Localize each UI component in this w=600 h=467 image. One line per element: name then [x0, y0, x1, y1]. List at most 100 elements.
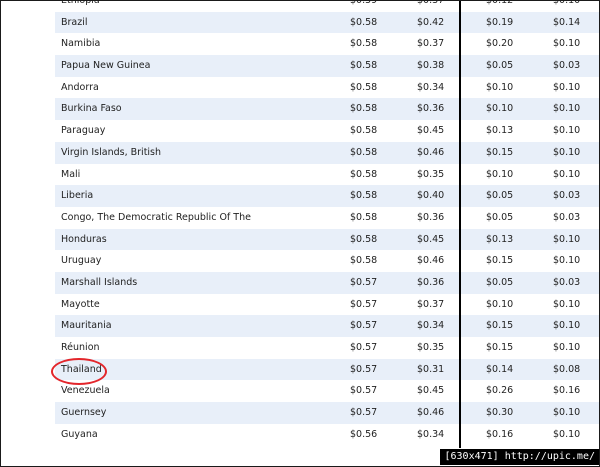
table-row: Guernsey $0.57 $0.46 $0.30 $0.10	[55, 402, 599, 424]
table-row: Mauritania $0.57 $0.34 $0.15 $0.10	[55, 315, 599, 337]
highlight-circle	[51, 358, 107, 385]
price-cell-3: $0.12	[486, 0, 514, 6]
price-cell-1: $0.59	[350, 0, 378, 6]
price-cell-4: $0.10	[553, 81, 581, 93]
table-row: Réunion $0.57 $0.35 $0.15 $0.10	[55, 337, 599, 359]
table-row: Andorra $0.58 $0.34 $0.10 $0.10	[55, 77, 599, 99]
price-cell-2: $0.36	[417, 211, 445, 223]
country-cell: Burkina Faso	[61, 103, 122, 115]
price-cell-2: $0.45	[417, 233, 445, 245]
table-row: Congo, The Democratic Republic Of The $0.…	[55, 207, 599, 229]
price-cell-3: $0.15	[486, 146, 514, 158]
country-cell: Guernsey	[61, 407, 107, 419]
price-cell-4: $0.03	[553, 276, 581, 288]
price-cell-1: $0.57	[350, 298, 378, 310]
price-cell-2: $0.45	[417, 125, 445, 137]
price-cell-1: $0.57	[350, 342, 378, 353]
price-cell-2: $0.36	[417, 276, 445, 288]
table-row: Marshall Islands $0.57 $0.36 $0.05 $0.03	[55, 271, 599, 294]
price-cell-3: $0.30	[486, 407, 514, 419]
price-cell-4: $0.16	[553, 385, 581, 397]
price-cell-2: $0.34	[417, 81, 445, 93]
table-row: Mali $0.58 $0.35 $0.10 $0.10	[55, 164, 599, 186]
country-cell: Ethiopia	[61, 0, 100, 6]
table-row: Brazil $0.58 $0.42 $0.19 $0.14	[55, 11, 599, 34]
table-row: Papua New Guinea $0.58 $0.38 $0.05 $0.03	[55, 55, 599, 77]
country-cell: Réunion	[61, 342, 100, 353]
price-cell-4: $0.10	[553, 0, 581, 6]
table-row: Burkina Faso $0.58 $0.36 $0.10 $0.10	[55, 98, 599, 121]
price-cell-4: $0.10	[553, 342, 581, 353]
price-cell-3: $0.15	[486, 255, 514, 267]
price-cell-4: $0.03	[553, 60, 581, 72]
price-cell-1: $0.58	[350, 38, 378, 50]
price-cell-3: $0.13	[486, 233, 514, 245]
country-cell: Virgin Islands, British	[61, 146, 162, 158]
price-cell-2: $0.37	[417, 298, 445, 310]
price-cell-4: $0.10	[553, 407, 581, 419]
price-cell-3: $0.15	[486, 342, 514, 353]
table-row: Venezuela $0.57 $0.45 $0.26 $0.16	[55, 380, 599, 402]
watermark-badge: [630x471] http://upic.me/	[440, 449, 599, 465]
country-cell: Marshall Islands	[61, 276, 138, 288]
screenshot-frame: Ethiopia $0.59 $0.37 $0.12 $0.10 Brazil $0.58 $…	[0, 0, 600, 467]
country-cell: Honduras	[61, 233, 107, 245]
country-cell: Liberia	[61, 190, 94, 202]
price-cell-1: $0.58	[350, 125, 378, 137]
price-cell-2: $0.37	[417, 38, 445, 50]
price-cell-4: $0.10	[553, 103, 581, 115]
price-cell-3: $0.10	[486, 168, 514, 180]
price-cell-1: $0.58	[350, 16, 378, 28]
table-row: Paraguay $0.58 $0.45 $0.13 $0.10	[55, 120, 599, 142]
footer-bar: [630x471] http://upic.me/	[1, 448, 599, 466]
country-cell: Namibia	[61, 38, 101, 50]
country-cell: Congo, The Democratic Republic Of The	[61, 211, 251, 223]
price-cell-4: $0.03	[553, 211, 581, 223]
price-cell-2: $0.46	[417, 407, 445, 419]
price-cell-3: $0.16	[486, 428, 514, 440]
price-cell-1: $0.57	[350, 385, 378, 397]
price-cell-2: $0.38	[417, 60, 445, 72]
price-cell-4: $0.03	[553, 190, 581, 202]
price-cell-1: $0.58	[350, 190, 378, 202]
country-cell: Uruguay	[61, 255, 102, 267]
price-cell-3: $0.20	[486, 38, 514, 50]
country-cell: Papua New Guinea	[61, 60, 151, 72]
price-cell-1: $0.57	[350, 320, 378, 332]
price-cell-4: $0.10	[553, 146, 581, 158]
price-cell-3: $0.19	[486, 16, 514, 28]
column-divider	[459, 1, 461, 448]
price-cell-2: $0.34	[417, 428, 445, 440]
price-cell-4: $0.10	[553, 125, 581, 137]
price-cell-1: $0.58	[350, 168, 378, 180]
price-cell-4: $0.10	[553, 168, 581, 180]
price-cell-3: $0.05	[486, 60, 514, 72]
table-row: Thailand $0.57 $0.31 $0.14 $0.08	[55, 358, 599, 381]
price-cell-2: $0.31	[417, 363, 445, 375]
country-cell: Mauritania	[61, 320, 112, 332]
price-table: Ethiopia $0.59 $0.37 $0.12 $0.10 Brazil $0.58 $…	[55, 0, 599, 445]
price-cell-1: $0.57	[350, 276, 378, 288]
price-cell-3: $0.10	[486, 81, 514, 93]
price-cell-4: $0.10	[553, 233, 581, 245]
price-cell-2: $0.34	[417, 320, 445, 332]
table-row: Liberia $0.58 $0.40 $0.05 $0.03	[55, 185, 599, 207]
price-cell-3: $0.15	[486, 320, 514, 332]
price-cell-2: $0.37	[417, 0, 445, 6]
table-row: Uruguay $0.58 $0.46 $0.15 $0.10	[55, 250, 599, 272]
table-row: Namibia $0.58 $0.37 $0.20 $0.10	[55, 33, 599, 55]
price-cell-3: $0.10	[486, 103, 514, 115]
country-cell: Mayotte	[61, 298, 100, 310]
price-cell-2: $0.45	[417, 385, 445, 397]
price-cell-1: $0.58	[350, 255, 378, 267]
price-cell-1: $0.58	[350, 81, 378, 93]
table-row: Virgin Islands, British $0.58 $0.46 $0.15 $0…	[55, 141, 599, 164]
price-cell-1: $0.58	[350, 103, 378, 115]
price-cell-1: $0.58	[350, 60, 378, 72]
price-cell-2: $0.42	[417, 16, 445, 28]
table-row: Ethiopia $0.59 $0.37 $0.12 $0.10	[55, 0, 599, 12]
price-cell-3: $0.10	[486, 298, 514, 310]
price-cell-3: $0.05	[486, 190, 514, 202]
country-cell: Guyana	[61, 428, 98, 440]
price-cell-4: $0.10	[553, 38, 581, 50]
